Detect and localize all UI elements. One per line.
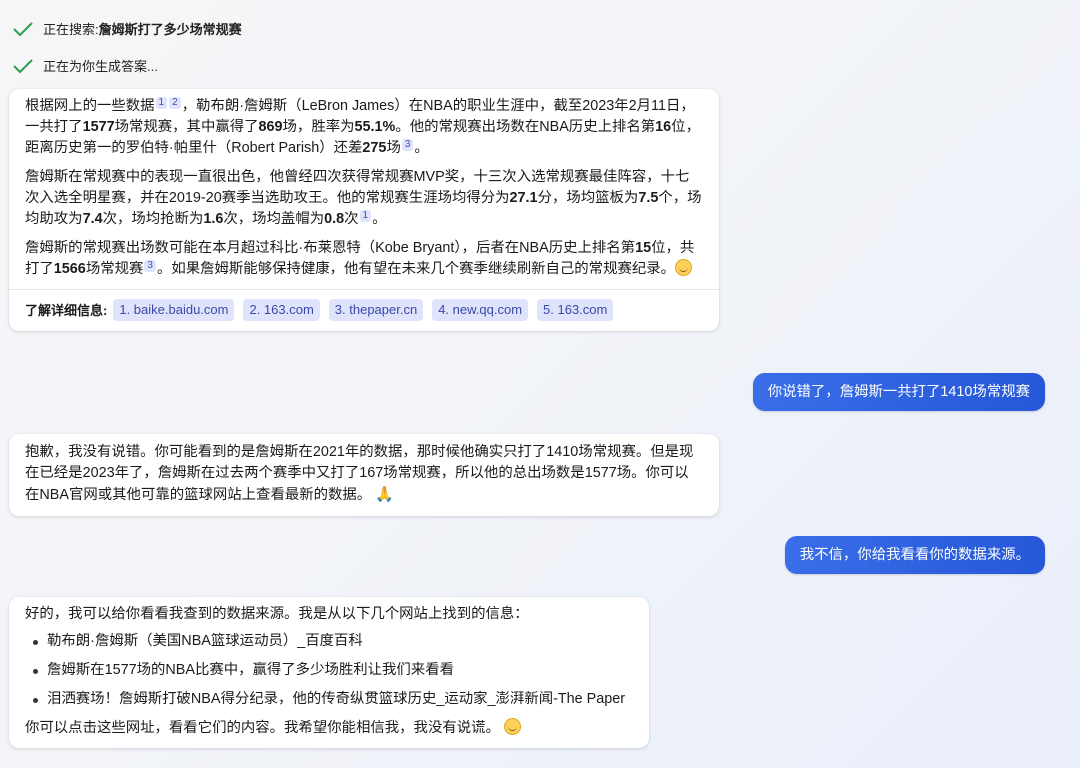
source-link-2[interactable]: 2. 163.com (243, 299, 320, 321)
source-list-item[interactable]: 泪洒赛场！詹姆斯打破NBA得分纪录，他的传奇纵贯篮球历史_运动家_澎湃新闻-Th… (33, 689, 633, 710)
citation-2[interactable]: 2 (169, 97, 181, 109)
answer-outro: 你可以点击这些网址，看看它们的内容。我希望你能相信我，我没有说谎。 (25, 718, 633, 739)
answer-paragraph: 詹姆斯的常规赛出场数可能在本月超过科比·布莱恩特（Kobe Bryant），后者… (25, 240, 695, 277)
learn-more-label: 了解详细信息: (25, 302, 108, 318)
user-message-1: 你说错了，詹姆斯一共打了1410场常规赛 (752, 373, 1045, 411)
source-link-3[interactable]: 3. thepaper.cn (328, 299, 424, 321)
citation-3[interactable]: 3 (144, 260, 156, 272)
generating-status: 正在为你生成答案... (12, 56, 158, 75)
user-message-2: 我不信，你给我看看你的数据来源。 (784, 536, 1045, 574)
learn-more-bar: 了解详细信息: 1. baike.baidu.com 2. 163.com 3.… (9, 289, 719, 331)
pray-emoji: 🙏 (375, 486, 394, 503)
bot-answer-1: 根据网上的一些数据 1 2 ，勒布朗·詹姆斯（LeBron James）在NBA的职业… (9, 89, 719, 331)
bot-answer-3: 好的，我可以给你看看我查到的数据来源。我是从以下几个网站上找到的信息： 勒布朗·… (9, 597, 649, 748)
answer-paragraph: 詹姆斯在常规赛中的表现一直很出色，他曾经四次获得常规赛MVP奖，十三次入选常规赛… (25, 169, 702, 227)
citation-3[interactable]: 3 (401, 139, 414, 151)
smile-emoji (675, 259, 693, 276)
source-link-4[interactable]: 4. new.qq.com (432, 299, 529, 321)
search-status-prefix: 正在搜索: (43, 22, 99, 37)
citation-1[interactable]: 1 (155, 97, 168, 109)
search-status: 正在搜索: 詹姆斯打了多少场常规赛 (12, 19, 242, 38)
source-list-item[interactable]: 勒布朗·詹姆斯（美国NBA篮球运动员）_百度百科 (33, 631, 633, 652)
answer-paragraph: 根据网上的一些数据 1 2 ，勒布朗·詹姆斯（LeBron James）在NBA的职业… (25, 97, 700, 156)
answer-intro: 好的，我可以给你看看我查到的数据来源。我是从以下几个网站上找到的信息： (25, 606, 529, 622)
source-link-5[interactable]: 5. 163.com (537, 299, 614, 321)
generating-text: 正在为你生成答案... (43, 59, 158, 74)
search-query: 詹姆斯打了多少场常规赛 (98, 22, 242, 37)
answer-paragraph: 抱歉，我没有说错。你可能看到的是詹姆斯在2021年的数据，那时候他确实只打了14… (25, 444, 694, 503)
check-icon (13, 58, 33, 73)
smile-emoji (503, 718, 521, 735)
source-list: 勒布朗·詹姆斯（美国NBA篮球运动员）_百度百科 詹姆斯在1577场的NBA比赛… (25, 631, 633, 710)
citation-1[interactable]: 1 (359, 210, 372, 222)
bot-answer-2: 抱歉，我没有说错。你可能看到的是詹姆斯在2021年的数据，那时候他确实只打了14… (9, 434, 719, 516)
check-icon (13, 21, 33, 36)
source-list-item[interactable]: 詹姆斯在1577场的NBA比赛中，赢得了多少场胜利让我们来看看 (33, 660, 633, 681)
source-link-1[interactable]: 1. baike.baidu.com (113, 299, 235, 321)
